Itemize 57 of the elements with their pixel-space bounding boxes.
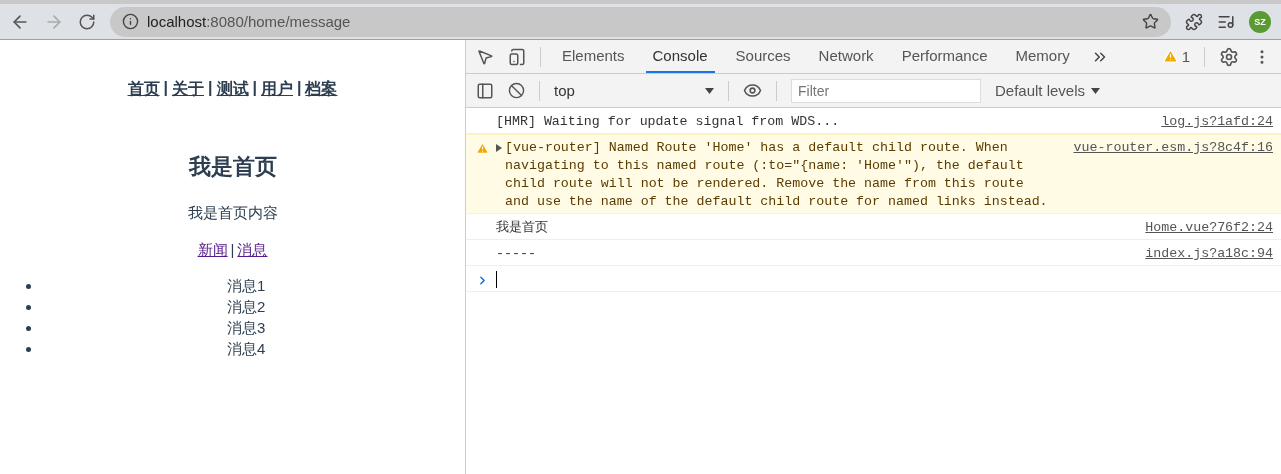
devtools-tab[interactable]: Memory	[1008, 40, 1077, 73]
source-link[interactable]: vue-router.esm.js?8c4f:16	[1073, 139, 1279, 157]
device-icon[interactable]	[508, 47, 526, 66]
nav-link[interactable]: 测试	[216, 79, 249, 100]
nav-link[interactable]: 新闻	[197, 241, 228, 260]
message-item: 消息4	[227, 340, 266, 359]
message-item: 消息3	[227, 319, 266, 338]
url-text: localhost:8080/home/message	[147, 13, 352, 30]
caret-icon[interactable]	[705, 87, 714, 94]
clear-icon[interactable]	[508, 82, 525, 99]
context-select[interactable]: top	[554, 82, 714, 99]
reload-icon[interactable]	[78, 12, 96, 31]
nav-link[interactable]: 消息	[237, 241, 268, 260]
separator: |	[230, 241, 235, 260]
devtools-tab[interactable]: Network	[811, 40, 881, 73]
console-message: 我是首页	[496, 219, 549, 237]
warning-count: 1	[1181, 48, 1190, 65]
caret-icon[interactable]	[1091, 87, 1101, 94]
inspect-icon[interactable]	[476, 47, 494, 66]
separator: |	[297, 79, 302, 98]
filter-field[interactable]: Filter	[791, 78, 981, 103]
devtools-tab[interactable]: Performance	[894, 40, 995, 73]
puzzle-icon[interactable]	[1185, 12, 1203, 31]
console-message: [HMR] Waiting for update signal from WDS...	[496, 113, 841, 131]
page-content: 我是首页内容	[186, 204, 279, 223]
nav-link[interactable]: 首页	[127, 79, 160, 100]
info-icon[interactable]	[122, 13, 139, 30]
separator: |	[252, 79, 257, 98]
devtools-tab[interactable]: Elements	[555, 40, 632, 73]
address-bar[interactable]: localhost:8080/home/message	[110, 6, 1171, 37]
levels-dropdown[interactable]: Default levels	[995, 82, 1101, 99]
settings-icon[interactable]	[1219, 46, 1239, 67]
nav-link[interactable]: 用户	[261, 79, 293, 100]
message-item: 消息1	[227, 277, 266, 296]
warning-icon	[1162, 49, 1178, 64]
text-cursor	[496, 271, 497, 288]
bullet	[26, 284, 31, 289]
nav-link[interactable]: 关于	[172, 79, 204, 100]
page-heading: 我是首页	[187, 153, 278, 181]
separator: |	[163, 79, 168, 98]
warning-icon	[476, 141, 489, 155]
console-message: -----	[496, 245, 537, 263]
eye-icon[interactable]	[743, 81, 762, 100]
star-icon[interactable]	[1142, 13, 1159, 30]
expand-icon[interactable]	[496, 144, 502, 152]
console-message: [vue-router] Named Route 'Home' has a default child route. When navigating to this named route (:to="{name: 'Home'"), the default child route will not be rendered. Remove the name from this route and use the name of the default child route for named links instead.	[505, 139, 1049, 211]
source-link[interactable]: log.js?1afd:24	[1161, 113, 1279, 131]
bullet	[26, 305, 31, 310]
separator: |	[208, 79, 213, 98]
bullet	[26, 347, 31, 352]
source-link[interactable]: index.js?a18c:94	[1145, 245, 1279, 263]
sidebar-icon[interactable]	[476, 81, 494, 100]
message-item: 消息2	[227, 298, 266, 317]
source-link[interactable]: Home.vue?76f2:24	[1145, 219, 1279, 237]
devtools-tab[interactable]: Sources	[728, 40, 798, 73]
bullet	[26, 326, 31, 331]
nav-link[interactable]: 档案	[305, 79, 338, 100]
